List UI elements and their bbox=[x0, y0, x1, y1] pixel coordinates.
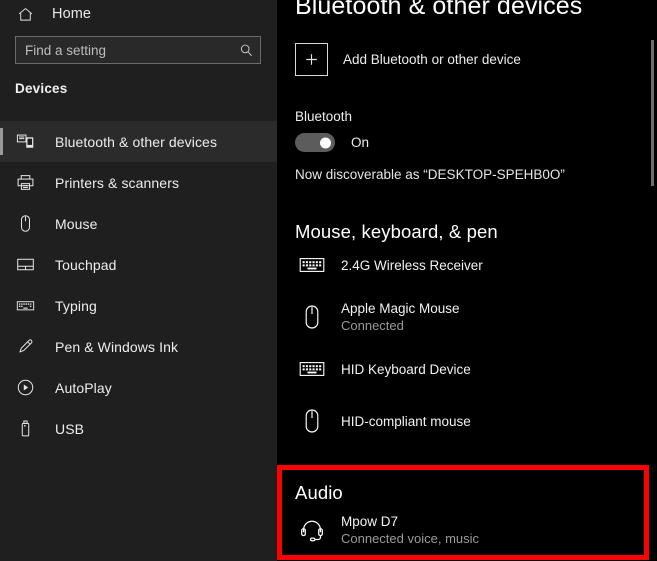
sidebar-label: Mouse bbox=[55, 215, 98, 232]
page-title: Bluetooth & other devices bbox=[295, 0, 583, 20]
sidebar-nav: Bluetooth & other devices Printers & sca… bbox=[0, 121, 277, 449]
add-device-label: Add Bluetooth or other device bbox=[343, 52, 521, 67]
settings-window: Home Devices bbox=[0, 0, 657, 561]
sidebar-item-pen-windows-ink[interactable]: Pen & Windows Ink bbox=[0, 326, 277, 367]
settings-main-content: Bluetooth & other devices Add Bluetooth … bbox=[277, 0, 657, 561]
sidebar-item-mouse[interactable]: Mouse bbox=[0, 203, 277, 244]
usb-icon bbox=[14, 418, 36, 440]
discoverable-text: Now discoverable as “DESKTOP-SPEHB0O” bbox=[295, 167, 565, 182]
scrollbar-thumb[interactable] bbox=[651, 40, 654, 186]
touchpad-icon bbox=[14, 254, 36, 276]
add-bluetooth-device-button[interactable]: Add Bluetooth or other device bbox=[295, 43, 521, 76]
device-text: HID Keyboard Device bbox=[341, 361, 471, 378]
bluetooth-toggle-state: On bbox=[351, 135, 370, 150]
keyboard-icon bbox=[14, 295, 36, 317]
sidebar-item-autoplay[interactable]: AutoPlay bbox=[0, 367, 277, 408]
sidebar-item-touchpad[interactable]: Touchpad bbox=[0, 244, 277, 285]
mouse-icon bbox=[14, 213, 36, 235]
sidebar-label: Pen & Windows Ink bbox=[55, 338, 179, 355]
search-icon[interactable] bbox=[238, 42, 254, 58]
device-row-wireless-receiver[interactable]: 2.4G Wireless Receiver bbox=[295, 248, 483, 282]
device-row-mpow-d7[interactable]: Mpow D7 Connected voice, music bbox=[295, 513, 479, 547]
keyboard-icon bbox=[295, 248, 329, 282]
sidebar-home-label: Home bbox=[52, 6, 92, 22]
bluetooth-devices-icon bbox=[14, 131, 36, 153]
settings-sidebar: Home Devices bbox=[0, 0, 277, 561]
sidebar-label: Touchpad bbox=[55, 256, 117, 273]
device-name: HID-compliant mouse bbox=[341, 413, 471, 429]
device-status: Connected bbox=[341, 318, 404, 333]
sidebar-item-usb[interactable]: USB bbox=[0, 408, 277, 449]
sidebar-section-title: Devices bbox=[15, 81, 68, 96]
sidebar-item-bluetooth-other-devices[interactable]: Bluetooth & other devices bbox=[0, 121, 277, 162]
keyboard-icon bbox=[295, 352, 329, 386]
device-text: 2.4G Wireless Receiver bbox=[341, 257, 483, 274]
toggle-knob bbox=[320, 137, 331, 148]
search-input[interactable] bbox=[25, 42, 238, 58]
sidebar-item-printers-scanners[interactable]: Printers & scanners bbox=[0, 162, 277, 203]
device-name: HID Keyboard Device bbox=[341, 361, 471, 377]
bluetooth-label: Bluetooth bbox=[295, 109, 353, 124]
group-heading-audio: Audio bbox=[295, 482, 343, 503]
sidebar-label: Typing bbox=[55, 297, 97, 314]
headset-icon bbox=[295, 513, 329, 547]
device-text: Apple Magic Mouse Connected bbox=[341, 300, 460, 334]
printer-icon bbox=[14, 172, 36, 194]
bluetooth-toggle-row: On bbox=[295, 133, 369, 152]
sidebar-item-home[interactable]: Home bbox=[0, 0, 277, 28]
mouse-icon bbox=[295, 300, 329, 334]
bluetooth-toggle[interactable] bbox=[295, 133, 335, 152]
device-name: 2.4G Wireless Receiver bbox=[341, 257, 483, 273]
home-icon bbox=[16, 5, 34, 23]
pen-icon bbox=[14, 336, 36, 358]
sidebar-label: AutoPlay bbox=[55, 379, 112, 396]
vertical-scrollbar[interactable] bbox=[647, 0, 654, 561]
mouse-icon bbox=[295, 404, 329, 438]
sidebar-label: USB bbox=[55, 420, 85, 437]
sidebar-label: Printers & scanners bbox=[55, 174, 180, 191]
device-row-apple-magic-mouse[interactable]: Apple Magic Mouse Connected bbox=[295, 300, 460, 334]
sidebar-label: Bluetooth & other devices bbox=[55, 133, 218, 150]
device-text: HID-compliant mouse bbox=[341, 413, 471, 430]
device-status: Connected voice, music bbox=[341, 531, 480, 546]
autoplay-icon bbox=[14, 377, 36, 399]
device-name: Mpow D7 bbox=[341, 514, 399, 529]
search-box[interactable] bbox=[15, 36, 261, 64]
device-name: Apple Magic Mouse bbox=[341, 301, 460, 316]
sidebar-item-typing[interactable]: Typing bbox=[0, 285, 277, 326]
device-row-hid-keyboard-device[interactable]: HID Keyboard Device bbox=[295, 352, 471, 386]
group-heading-mouse-keyboard-pen: Mouse, keyboard, & pen bbox=[295, 221, 498, 242]
device-text: Mpow D7 Connected voice, music bbox=[341, 513, 479, 547]
plus-icon bbox=[295, 43, 328, 76]
device-row-hid-compliant-mouse[interactable]: HID-compliant mouse bbox=[295, 404, 471, 438]
